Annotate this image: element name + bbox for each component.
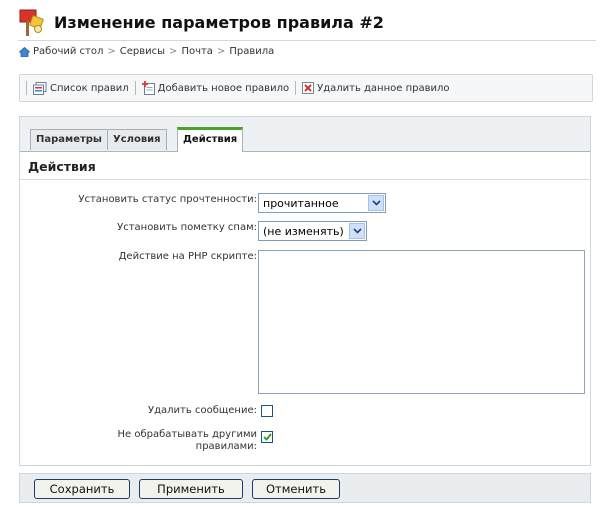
tab-strip: Параметры Условия Действия	[20, 117, 590, 152]
title-divider	[18, 40, 596, 41]
apply-button[interactable]: Применить	[139, 479, 243, 499]
form-button-bar: Сохранить Применить Отменить	[19, 473, 591, 503]
add-rule-button[interactable]: Добавить новое правило	[141, 81, 290, 95]
rules-list-label: Список правил	[50, 82, 129, 94]
chevron-down-icon	[368, 195, 384, 211]
toolbar-divider	[134, 81, 136, 95]
checkmark-icon	[262, 433, 272, 441]
toolbar-divider	[26, 81, 27, 95]
tab-actions[interactable]: Действия	[177, 127, 244, 152]
save-button[interactable]: Сохранить	[34, 479, 130, 499]
breadcrumb-mail[interactable]: Почта	[181, 46, 213, 57]
breadcrumb-separator: >	[107, 46, 116, 57]
toolbar: Список правил Добавить новое правило Уда…	[19, 74, 593, 102]
delete-message-checkbox[interactable]	[261, 405, 273, 417]
delete-icon	[302, 82, 315, 94]
no-other-rules-checkbox[interactable]	[261, 431, 273, 443]
tab-conditions[interactable]: Условия	[107, 129, 167, 150]
rules-settings-icon	[19, 9, 44, 36]
breadcrumb-separator: >	[169, 46, 178, 57]
toolbar-divider	[295, 81, 297, 95]
breadcrumb-services[interactable]: Сервисы	[120, 46, 165, 57]
breadcrumb: Рабочий стол > Сервисы > Почта > Правила	[19, 46, 274, 57]
spam-label: Установить пометку спам:	[117, 222, 257, 233]
section-title: Действия	[28, 159, 96, 174]
breadcrumb-desktop[interactable]: Рабочий стол	[33, 46, 103, 57]
cancel-button[interactable]: Отменить	[252, 479, 340, 499]
delete-rule-button[interactable]: Удалить данное правило	[302, 82, 450, 94]
delete-message-label: Удалить сообщение:	[148, 405, 257, 416]
read-status-select[interactable]: прочитанное	[258, 193, 386, 213]
read-status-label: Установить статус прочтенности:	[78, 194, 257, 205]
chevron-down-icon	[349, 223, 365, 239]
spam-value: (не изменять)	[263, 224, 344, 238]
add-document-icon	[141, 81, 155, 95]
page-title: Изменение параметров правила #2	[54, 12, 384, 32]
list-icon	[33, 81, 47, 95]
php-script-label: Действие на PHP скрипте:	[118, 251, 257, 262]
delete-rule-label: Удалить данное правило	[317, 82, 450, 94]
read-status-value: прочитанное	[263, 196, 339, 210]
breadcrumb-separator: >	[216, 46, 226, 57]
page-header: Изменение параметров правила #2	[18, 6, 384, 38]
rules-list-button[interactable]: Список правил	[33, 81, 129, 95]
tab-parameters[interactable]: Параметры	[30, 129, 108, 150]
no-other-rules-label-line1: Не обрабатывать другими	[117, 429, 257, 440]
section-divider	[20, 179, 590, 180]
rule-edit-panel: Параметры Условия Действия Действия Уста…	[19, 116, 591, 466]
no-other-rules-label: Не обрабатывать другими правилами:	[117, 429, 257, 453]
spam-select[interactable]: (не изменять)	[258, 221, 367, 241]
php-script-textarea[interactable]	[258, 250, 585, 394]
add-rule-label: Добавить новое правило	[157, 82, 290, 94]
breadcrumb-rules[interactable]: Правила	[229, 46, 274, 57]
no-other-rules-label-line2: правилами:	[195, 441, 257, 452]
home-icon	[19, 46, 30, 57]
